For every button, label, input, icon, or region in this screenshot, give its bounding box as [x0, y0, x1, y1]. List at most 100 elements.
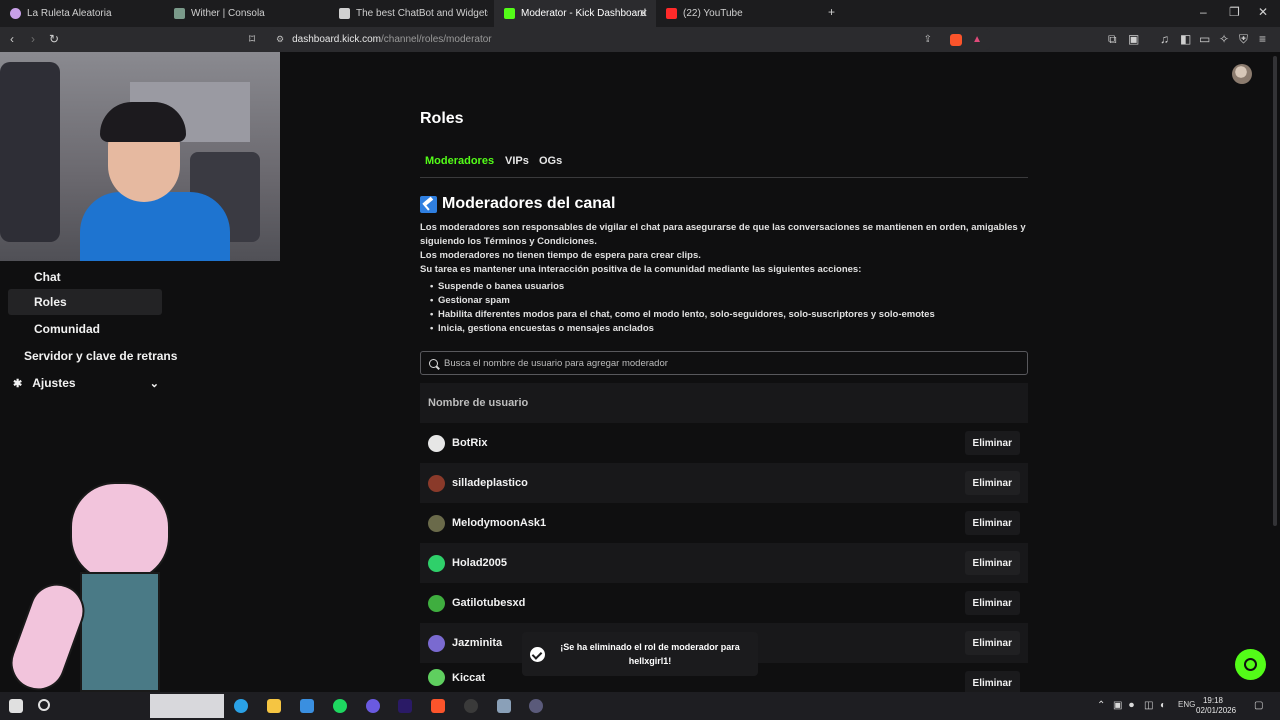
close-window-icon[interactable]: ✕: [1258, 5, 1268, 19]
app-icon[interactable]: [497, 699, 511, 713]
remove-button[interactable]: Eliminar: [964, 631, 1020, 655]
windows-start-icon[interactable]: [9, 699, 23, 713]
app-icon[interactable]: [529, 699, 543, 713]
tab-vips[interactable]: VIPs: [505, 155, 529, 167]
table-row: Holad2005 Eliminar: [420, 543, 1028, 583]
moderator-name[interactable]: Kiccat: [452, 672, 485, 684]
notifications-icon[interactable]: ▢: [1254, 700, 1263, 711]
microphone-icon[interactable]: ⏺: [1129, 700, 1134, 711]
avatar: [428, 554, 445, 572]
avatar: [428, 634, 445, 652]
avatar: [428, 594, 445, 612]
sidebar-item-comunidad[interactable]: Comunidad: [8, 316, 162, 342]
leo-ai-icon[interactable]: ✧: [1219, 32, 1229, 46]
volume-icon[interactable]: ◐: [1160, 700, 1166, 711]
wallet-icon[interactable]: ▭: [1199, 32, 1210, 46]
sidebar-item-roles[interactable]: Roles: [8, 289, 162, 315]
description-paragraph: Los moderadores son responsables de vigi…: [420, 222, 1026, 247]
search-input[interactable]: [444, 357, 1004, 369]
hammer-icon: [420, 195, 437, 213]
brave-icon[interactable]: [431, 699, 445, 713]
table-row: BotRix Eliminar: [420, 423, 1028, 463]
remove-button[interactable]: Eliminar: [964, 431, 1020, 455]
vtuber-avatar: [2, 472, 180, 699]
language-indicator[interactable]: ENG: [1178, 700, 1195, 709]
sidebar-toggle-icon[interactable]: ◧: [1180, 32, 1191, 46]
sidebar-item-chat[interactable]: Chat: [8, 264, 162, 290]
remove-button[interactable]: Eliminar: [964, 591, 1020, 615]
clock-time: 19:18: [1202, 696, 1224, 705]
reload-icon[interactable]: ↻: [49, 32, 59, 46]
chevron-up-icon[interactable]: ⌃: [1097, 700, 1105, 711]
store-icon[interactable]: [300, 699, 314, 713]
sidebar-item-ajustes[interactable]: ✱ Ajustes ⌄: [13, 370, 163, 396]
edge-icon[interactable]: [234, 699, 248, 713]
moderator-name[interactable]: Jazminita: [452, 637, 502, 649]
sidebar-item-stream-key[interactable]: Servidor y clave de retrans: [24, 343, 274, 369]
tab-ogs[interactable]: OGs: [539, 155, 562, 167]
moderator-name[interactable]: silladeplastico: [452, 477, 528, 489]
user-avatar[interactable]: [1232, 64, 1252, 84]
search-icon[interactable]: [38, 699, 50, 711]
section-title: Moderadores del canal: [442, 195, 616, 212]
support-chat-button[interactable]: [1235, 649, 1266, 680]
remove-button[interactable]: Eliminar: [964, 551, 1020, 575]
forward-icon[interactable]: ›: [31, 32, 35, 46]
toast-message: ¡Se ha eliminado el rol de moderador par…: [560, 642, 740, 666]
close-tab-icon[interactable]: ✕: [639, 7, 648, 20]
address-bar[interactable]: ⚙ dashboard.kick.com /channel/roles/mode…: [270, 29, 990, 50]
reader-icon[interactable]: ▣: [1128, 32, 1139, 46]
discord-icon[interactable]: [366, 699, 380, 713]
gear-icon: ✱: [13, 377, 23, 390]
browser-tab[interactable]: The best ChatBot and Widgets for Ki: [329, 0, 494, 27]
sidebar-item-label: Chat: [34, 270, 61, 284]
browser-toolbar: ‹ › ↻ ⌑ ⚙ dashboard.kick.com /channel/ro…: [0, 27, 1280, 52]
remove-button[interactable]: Eliminar: [964, 511, 1020, 535]
brave-shield-icon[interactable]: [950, 33, 962, 46]
youtube-favicon-icon: [666, 8, 677, 19]
music-icon[interactable]: ♫: [1160, 32, 1169, 46]
premiere-icon[interactable]: [398, 699, 412, 713]
moderator-name[interactable]: Gatilotubesxd: [452, 597, 525, 609]
browser-tab[interactable]: (22) YouTube: [656, 0, 821, 27]
roulette-favicon-icon: [10, 8, 21, 19]
minimize-icon[interactable]: –: [1200, 5, 1207, 19]
menu-icon[interactable]: ≡: [1259, 32, 1266, 46]
tab-moderadores[interactable]: Moderadores: [425, 155, 494, 167]
console-favicon-icon: [174, 8, 185, 19]
moderator-name[interactable]: Holad2005: [452, 557, 507, 569]
obs-icon[interactable]: [464, 699, 478, 713]
vpn-icon[interactable]: ⛨: [1239, 32, 1248, 47]
tab-label: The best ChatBot and Widgets for Ki: [356, 8, 488, 19]
network-icon[interactable]: ◫: [1144, 700, 1153, 711]
scrollbar[interactable]: [1273, 56, 1277, 526]
extensions-icon[interactable]: ⧉: [1108, 32, 1117, 47]
clock[interactable]: 19:18 02/01/2026: [1196, 696, 1236, 716]
spotify-icon[interactable]: [333, 699, 347, 713]
remove-button[interactable]: Eliminar: [964, 471, 1020, 495]
table-header: Nombre de usuario: [420, 383, 1028, 423]
tray-icon[interactable]: ▣: [1113, 700, 1122, 711]
avatar: [428, 434, 445, 452]
brave-rewards-icon[interactable]: ▲: [972, 34, 982, 45]
restore-icon[interactable]: ❐: [1229, 5, 1240, 19]
bullet-item: Gestionar spam: [430, 295, 510, 306]
check-circle-icon: [530, 646, 545, 662]
chevron-down-icon[interactable]: ⌄: [150, 377, 159, 390]
moderator-name[interactable]: BotRix: [452, 437, 487, 449]
bookmark-icon[interactable]: ⌑: [249, 32, 255, 46]
back-icon[interactable]: ‹: [10, 32, 14, 46]
remove-button[interactable]: Eliminar: [964, 671, 1020, 692]
moderator-name[interactable]: MelodymoonAsk1: [452, 517, 546, 529]
description-paragraph: Los moderadores no tienen tiempo de espe…: [420, 250, 701, 261]
site-info-icon[interactable]: ⚙: [276, 34, 284, 45]
browser-tab-active[interactable]: Moderator - Kick Dashboard ✕: [494, 0, 656, 27]
search-highlight-image[interactable]: [150, 694, 224, 718]
table-row: Gatilotubesxd Eliminar: [420, 583, 1028, 623]
new-tab-icon[interactable]: +: [828, 5, 835, 19]
browser-tab[interactable]: La Ruleta Aleatoria: [0, 0, 165, 27]
file-explorer-icon[interactable]: [267, 699, 281, 713]
search-box[interactable]: [420, 351, 1028, 375]
share-icon[interactable]: ⇪: [924, 34, 932, 45]
browser-tab[interactable]: Wither | Consola: [164, 0, 329, 27]
